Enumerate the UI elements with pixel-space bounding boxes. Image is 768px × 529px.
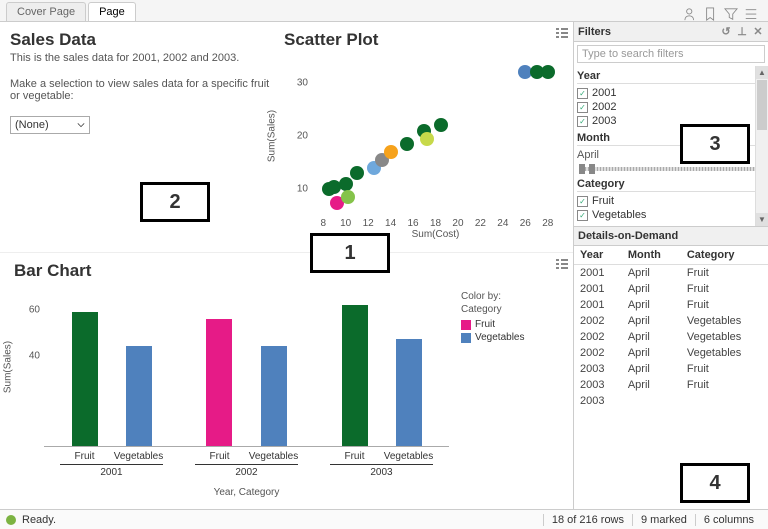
table-row[interactable]: 2003AprilFruit: [574, 361, 768, 377]
bar[interactable]: [206, 319, 232, 446]
sales-data-panel: Sales Data This is the sales data for 20…: [0, 22, 280, 252]
filters-scrollbar[interactable]: ▲ ▼: [755, 66, 768, 226]
status-cols: 6 columns: [695, 514, 762, 526]
tab-page[interactable]: Page: [88, 2, 136, 21]
legend-subtitle: Category: [461, 304, 563, 315]
legend-title: Color by:: [461, 291, 563, 302]
filters-panel: Filters ↺ ⊥ ✕ Type to search filters Yea…: [574, 22, 768, 227]
bar-title: Bar Chart: [10, 257, 563, 281]
dod-tbody: 2001AprilFruit2001AprilFruit2001AprilFru…: [574, 265, 768, 410]
bookmark-icon[interactable]: [704, 7, 718, 21]
bar[interactable]: [261, 346, 287, 446]
filter-cat-fruit[interactable]: ✓Fruit: [577, 194, 765, 208]
filter-month-title: Month: [577, 132, 765, 146]
sales-desc: This is the sales data for 2001, 2002 an…: [10, 52, 270, 64]
scatter-point[interactable]: [350, 166, 364, 180]
details-panel: Details-on-Demand Year Month Category 20…: [574, 227, 768, 509]
table-row[interactable]: 2001AprilFruit: [574, 297, 768, 313]
table-row[interactable]: 2003: [574, 393, 768, 409]
table-row[interactable]: 2002AprilVegetables: [574, 329, 768, 345]
scatter-title: Scatter Plot: [280, 26, 565, 50]
status-dot-icon: [6, 515, 16, 525]
bar[interactable]: [342, 305, 368, 446]
month-slider[interactable]: [579, 164, 763, 174]
legend-label: Fruit: [475, 319, 495, 330]
bar[interactable]: [126, 346, 152, 446]
scroll-up-icon[interactable]: ▲: [756, 66, 768, 79]
bar-x-axis: Year, Category FruitVegetables2001FruitV…: [44, 449, 449, 505]
scatter-point[interactable]: [341, 190, 355, 204]
tab-cover[interactable]: Cover Page: [6, 2, 86, 21]
table-row[interactable]: 2003AprilFruit: [574, 377, 768, 393]
legend-toggle-icon[interactable]: [555, 26, 569, 43]
filter-cat-veg[interactable]: ✓Vegetables: [577, 208, 765, 222]
filter-month-value: April: [577, 148, 765, 162]
bar-panel: Bar Chart Sum(Sales) 4060 Year, Category…: [0, 252, 573, 509]
scatter-y-label: Sum(Sales): [267, 110, 278, 162]
sales-instr: Make a selection to view sales data for …: [10, 78, 270, 102]
legend-toggle-icon[interactable]: [555, 257, 569, 274]
scatter-point[interactable]: [400, 137, 414, 151]
scatter-y-axis: Sum(Sales) 102030: [280, 56, 310, 216]
filter-label: 2001: [592, 87, 616, 99]
bar-x-label: Year, Category: [214, 487, 280, 498]
filter-year-title: Year: [577, 70, 765, 84]
sales-select[interactable]: (None): [10, 116, 90, 134]
filter-label: Vegetables: [592, 209, 646, 221]
filter-label: Fruit: [592, 195, 614, 207]
sales-title: Sales Data: [10, 30, 270, 50]
list-icon[interactable]: [744, 7, 758, 21]
bar[interactable]: [72, 312, 98, 446]
table-row[interactable]: 2001AprilFruit: [574, 265, 768, 282]
scatter-point[interactable]: [384, 145, 398, 159]
pin-icon[interactable]: ⊥: [736, 25, 748, 38]
col-year[interactable]: Year: [574, 246, 622, 265]
filter-search-input[interactable]: Type to search filters: [577, 45, 765, 63]
status-marked: 9 marked: [632, 514, 695, 526]
filter-category-title: Category: [577, 178, 765, 192]
scatter-point[interactable]: [420, 132, 434, 146]
filter-label: 2003: [592, 115, 616, 127]
status-ready: Ready.: [22, 514, 56, 526]
filter-year-2003[interactable]: ✓2003: [577, 114, 765, 128]
scatter-point[interactable]: [541, 65, 555, 79]
page-tabs: Cover Page Page: [0, 0, 768, 22]
filters-title: Filters: [578, 26, 611, 38]
status-rows: 18 of 216 rows: [543, 514, 632, 526]
bar-plot-area[interactable]: [44, 287, 449, 447]
scatter-x-axis: Sum(Cost) 810121416182022242628: [312, 218, 559, 238]
chevron-down-icon: [77, 121, 85, 129]
filter-year-2001[interactable]: ✓2001: [577, 86, 765, 100]
user-icon[interactable]: [684, 7, 698, 21]
dod-table[interactable]: Year Month Category 2001AprilFruit2001Ap…: [574, 246, 768, 409]
filter-label: 2002: [592, 101, 616, 113]
scatter-x-label: Sum(Cost): [412, 229, 460, 240]
col-month[interactable]: Month: [622, 246, 681, 265]
col-category[interactable]: Category: [681, 246, 768, 265]
bar-y-label: Sum(Sales): [3, 341, 14, 393]
scroll-thumb[interactable]: [757, 80, 767, 130]
dod-title: Details-on-Demand: [574, 227, 768, 246]
legend-label: Vegetables: [475, 332, 525, 343]
callout-2: 2: [140, 182, 210, 222]
table-row[interactable]: 2002AprilVegetables: [574, 313, 768, 329]
filter-icon[interactable]: [724, 7, 738, 21]
close-icon[interactable]: ✕: [752, 25, 764, 38]
scatter-panel: Scatter Plot Sum(Sales) 102030 Sum(Cost)…: [280, 22, 573, 252]
legend-item[interactable]: Vegetables: [461, 332, 563, 343]
scatter-point[interactable]: [339, 177, 353, 191]
scroll-down-icon[interactable]: ▼: [756, 213, 768, 226]
undo-icon[interactable]: ↺: [720, 25, 732, 38]
status-bar: Ready. 18 of 216 rows 9 marked 6 columns: [0, 509, 768, 529]
filter-year-2002[interactable]: ✓2002: [577, 100, 765, 114]
scatter-plot-area[interactable]: [312, 56, 559, 216]
scatter-point[interactable]: [434, 118, 448, 132]
bar-legend: Color by: Category Fruit Vegetables: [453, 281, 563, 505]
table-row[interactable]: 2001AprilFruit: [574, 281, 768, 297]
sales-select-value: (None): [15, 119, 49, 131]
bar-y-axis: Sum(Sales) 4060: [10, 287, 42, 447]
table-row[interactable]: 2002AprilVegetables: [574, 345, 768, 361]
legend-item[interactable]: Fruit: [461, 319, 563, 330]
bar[interactable]: [396, 339, 422, 446]
